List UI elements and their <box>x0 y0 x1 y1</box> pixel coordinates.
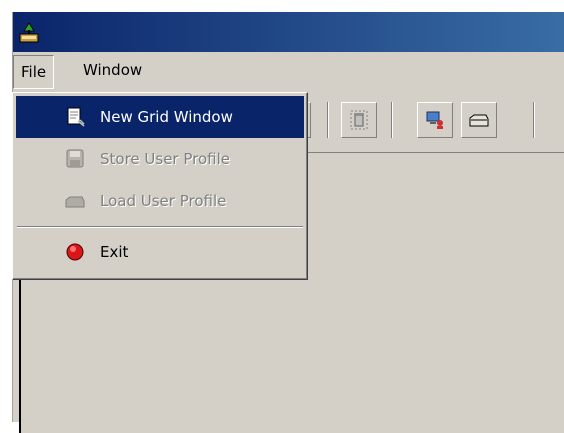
menu-item-label: New Grid Window <box>100 108 233 126</box>
user-computer-icon <box>426 111 443 129</box>
menu-item-load-user-profile[interactable]: Load User Profile <box>16 180 304 222</box>
toolbar-separator <box>391 102 393 138</box>
toolbar-button-delete[interactable] <box>341 102 377 138</box>
exit-red-circle-icon <box>66 243 84 261</box>
toolbar-separator <box>533 102 535 138</box>
folder-icon <box>65 196 85 208</box>
menu-file[interactable]: File <box>13 55 55 89</box>
menu-item-exit[interactable]: Exit <box>16 231 304 273</box>
menu-item-new-grid-window[interactable]: New Grid Window <box>16 96 304 138</box>
toolbar-separator <box>327 102 329 138</box>
folder-icon <box>469 114 489 127</box>
menu-separator <box>17 226 303 228</box>
menu-item-label: Exit <box>100 243 129 261</box>
menu-item-label: Store User Profile <box>100 150 231 168</box>
file-menu-dropdown: New Grid Window Store User Profile Load … <box>12 92 308 280</box>
menu-item-label: Load User Profile <box>100 192 227 210</box>
trash-icon <box>350 110 368 130</box>
menu-item-store-user-profile[interactable]: Store User Profile <box>16 138 304 180</box>
toolbar-button-user[interactable] <box>417 102 453 138</box>
save-disk-icon <box>66 149 84 168</box>
app-icon <box>19 22 39 43</box>
new-grid-window-icon <box>67 107 85 127</box>
menu-window[interactable]: Window <box>76 54 149 86</box>
toolbar-button-open[interactable] <box>461 102 497 138</box>
title-bar[interactable] <box>13 12 564 52</box>
menu-bar: File Window <box>13 54 564 90</box>
